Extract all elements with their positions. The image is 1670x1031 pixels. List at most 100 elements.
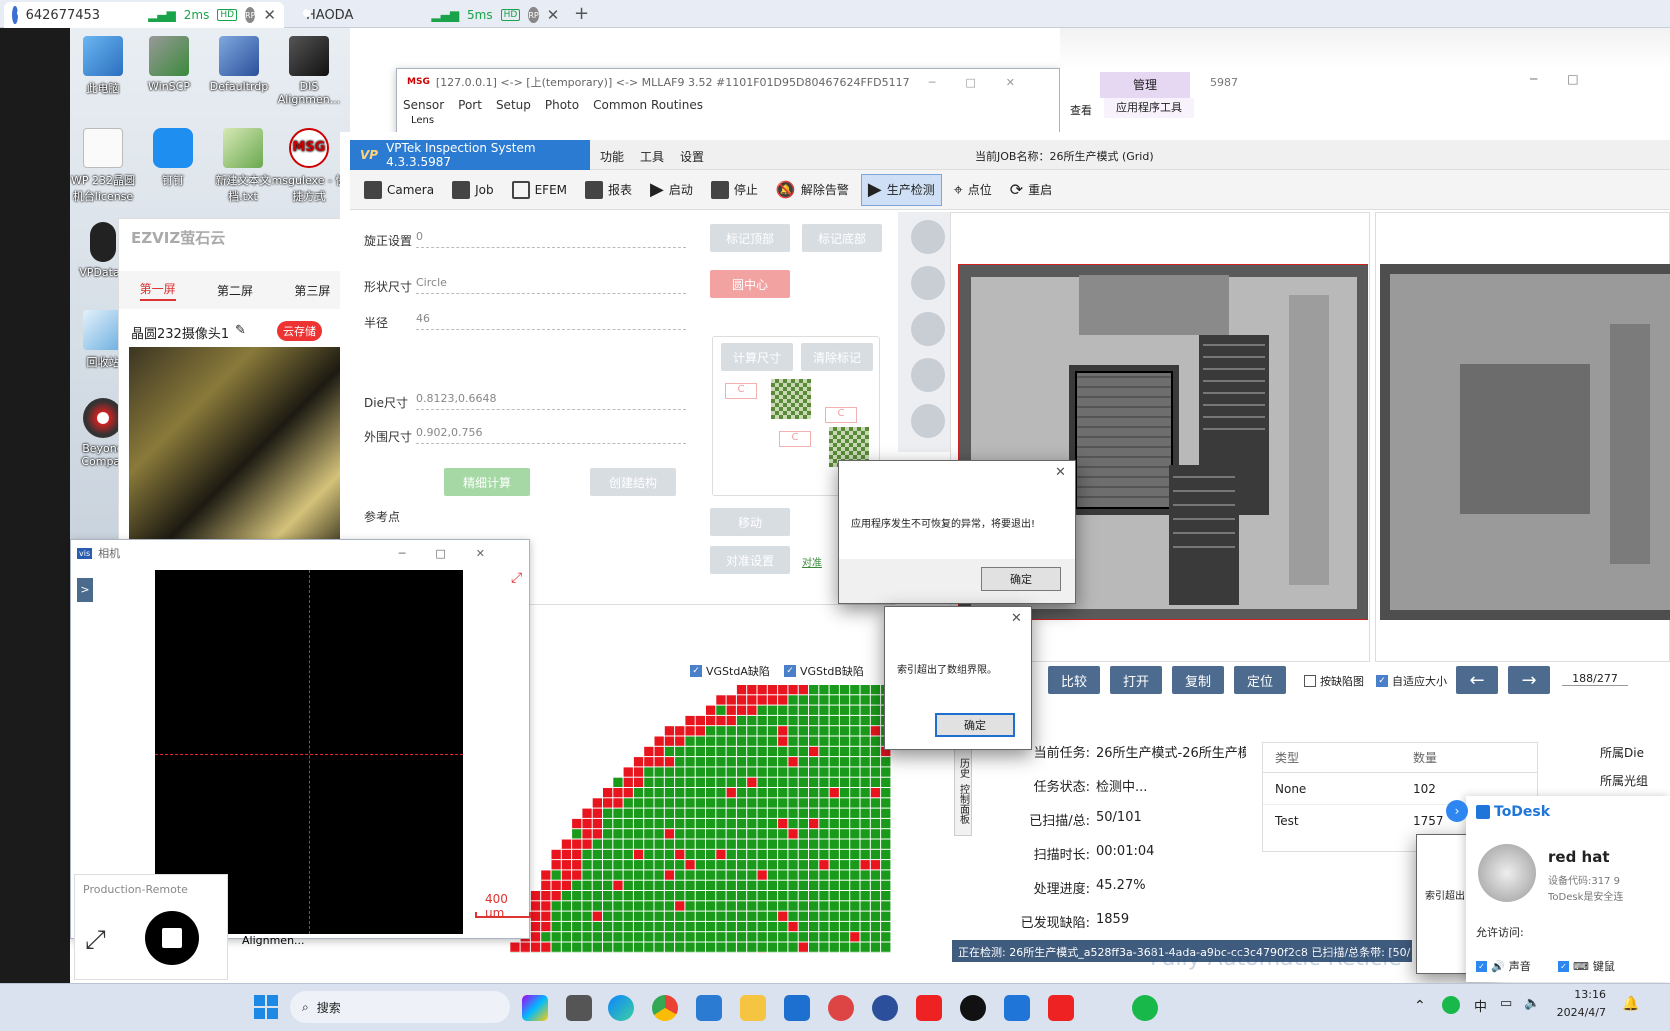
next-arrow-button[interactable]: → <box>1508 666 1550 694</box>
pass-die[interactable] <box>654 777 664 787</box>
pass-die[interactable] <box>695 891 705 901</box>
pass-die[interactable] <box>623 860 633 870</box>
pass-die[interactable] <box>582 921 592 932</box>
pass-die[interactable] <box>613 901 623 911</box>
pass-die[interactable] <box>664 767 675 777</box>
defect-die[interactable] <box>747 705 757 715</box>
defect-die[interactable] <box>747 695 757 705</box>
pass-die[interactable] <box>706 901 716 911</box>
index-ok-button[interactable]: 确定 <box>935 713 1015 737</box>
pass-die[interactable] <box>633 932 644 942</box>
pass-die[interactable] <box>870 798 881 808</box>
pass-die[interactable] <box>654 839 664 849</box>
defect-die[interactable] <box>664 726 675 736</box>
pass-die[interactable] <box>757 788 767 798</box>
pass-die[interactable] <box>767 705 778 715</box>
pass-die[interactable] <box>726 911 736 921</box>
pass-die[interactable] <box>654 891 664 901</box>
pass-die[interactable] <box>757 860 767 870</box>
pass-die[interactable] <box>809 901 819 911</box>
pass-die[interactable] <box>870 942 881 952</box>
pass-die[interactable] <box>788 839 798 849</box>
pass-die[interactable] <box>809 921 819 932</box>
pass-die[interactable] <box>757 715 767 726</box>
pass-die[interactable] <box>767 942 778 952</box>
pass-die[interactable] <box>716 798 726 808</box>
pass-die[interactable] <box>788 798 798 808</box>
pass-die[interactable] <box>798 901 808 911</box>
pass-die[interactable] <box>664 808 675 818</box>
pass-die[interactable] <box>706 849 716 860</box>
pass-die[interactable] <box>664 788 675 798</box>
pass-die[interactable] <box>788 891 798 901</box>
pass-die[interactable] <box>695 901 705 911</box>
mail-icon[interactable] <box>784 995 810 1021</box>
pass-die[interactable] <box>819 715 829 726</box>
pass-die[interactable] <box>664 901 675 911</box>
pass-die[interactable] <box>582 932 592 942</box>
pass-die[interactable] <box>685 901 695 911</box>
pass-die[interactable] <box>819 839 829 849</box>
defect-die[interactable] <box>530 921 541 932</box>
pass-die[interactable] <box>603 880 613 890</box>
pass-die[interactable] <box>695 942 705 952</box>
pass-die[interactable] <box>809 726 819 736</box>
pass-die[interactable] <box>695 921 705 932</box>
pass-die[interactable] <box>675 880 685 890</box>
defect-die[interactable] <box>561 860 572 870</box>
pass-die[interactable] <box>778 829 788 839</box>
pass-die[interactable] <box>603 818 613 829</box>
pass-die[interactable] <box>778 777 788 787</box>
pass-die[interactable] <box>850 788 860 798</box>
pass-die[interactable] <box>860 808 870 818</box>
pass-die[interactable] <box>716 942 726 952</box>
pass-die[interactable] <box>695 839 705 849</box>
pass-die[interactable] <box>757 921 767 932</box>
pass-die[interactable] <box>809 767 819 777</box>
pass-die[interactable] <box>582 880 592 890</box>
pass-die[interactable] <box>644 860 654 870</box>
defect-die[interactable] <box>788 685 798 695</box>
defect-die[interactable] <box>819 860 829 870</box>
pass-die[interactable] <box>695 746 705 757</box>
app-icon[interactable] <box>916 995 942 1021</box>
pass-die[interactable] <box>633 818 644 829</box>
pass-die[interactable] <box>623 932 633 942</box>
pass-die[interactable] <box>675 746 685 757</box>
pass-die[interactable] <box>881 839 891 849</box>
pass-die[interactable] <box>850 685 860 695</box>
pass-die[interactable] <box>747 860 757 870</box>
pass-die[interactable] <box>819 911 829 921</box>
pass-die[interactable] <box>788 942 798 952</box>
toolbar-efem-button[interactable]: EFEM <box>506 174 573 206</box>
pass-die[interactable] <box>757 818 767 829</box>
pass-die[interactable] <box>664 932 675 942</box>
pass-die[interactable] <box>860 921 870 932</box>
pass-die[interactable] <box>603 860 613 870</box>
pass-die[interactable] <box>644 849 654 860</box>
qq-icon[interactable] <box>960 995 986 1021</box>
pass-die[interactable] <box>551 901 561 911</box>
pass-die[interactable] <box>829 911 839 921</box>
pass-die[interactable] <box>829 849 839 860</box>
defect-die[interactable] <box>541 880 551 890</box>
pass-die[interactable] <box>716 880 726 890</box>
pass-die[interactable] <box>726 757 736 767</box>
pass-die[interactable] <box>809 880 819 890</box>
defect-die[interactable] <box>592 829 602 839</box>
defect-die[interactable] <box>706 715 716 726</box>
pass-die[interactable] <box>788 767 798 777</box>
pass-die[interactable] <box>716 746 726 757</box>
pass-die[interactable] <box>623 798 633 808</box>
menu-setup[interactable]: Setup <box>496 98 531 112</box>
defect-die[interactable] <box>541 911 551 921</box>
pass-die[interactable] <box>747 788 757 798</box>
pass-die[interactable] <box>788 932 798 942</box>
pass-die[interactable] <box>778 839 788 849</box>
pass-die[interactable] <box>706 808 716 818</box>
desktop-icon-msg[interactable]: MSG msgulexe - 快捷方式 <box>270 128 348 204</box>
mark-bottom-button[interactable]: 标记底部 <box>802 224 882 252</box>
pass-die[interactable] <box>592 839 602 849</box>
camera-icon[interactable] <box>911 220 945 254</box>
pass-die[interactable] <box>850 880 860 890</box>
